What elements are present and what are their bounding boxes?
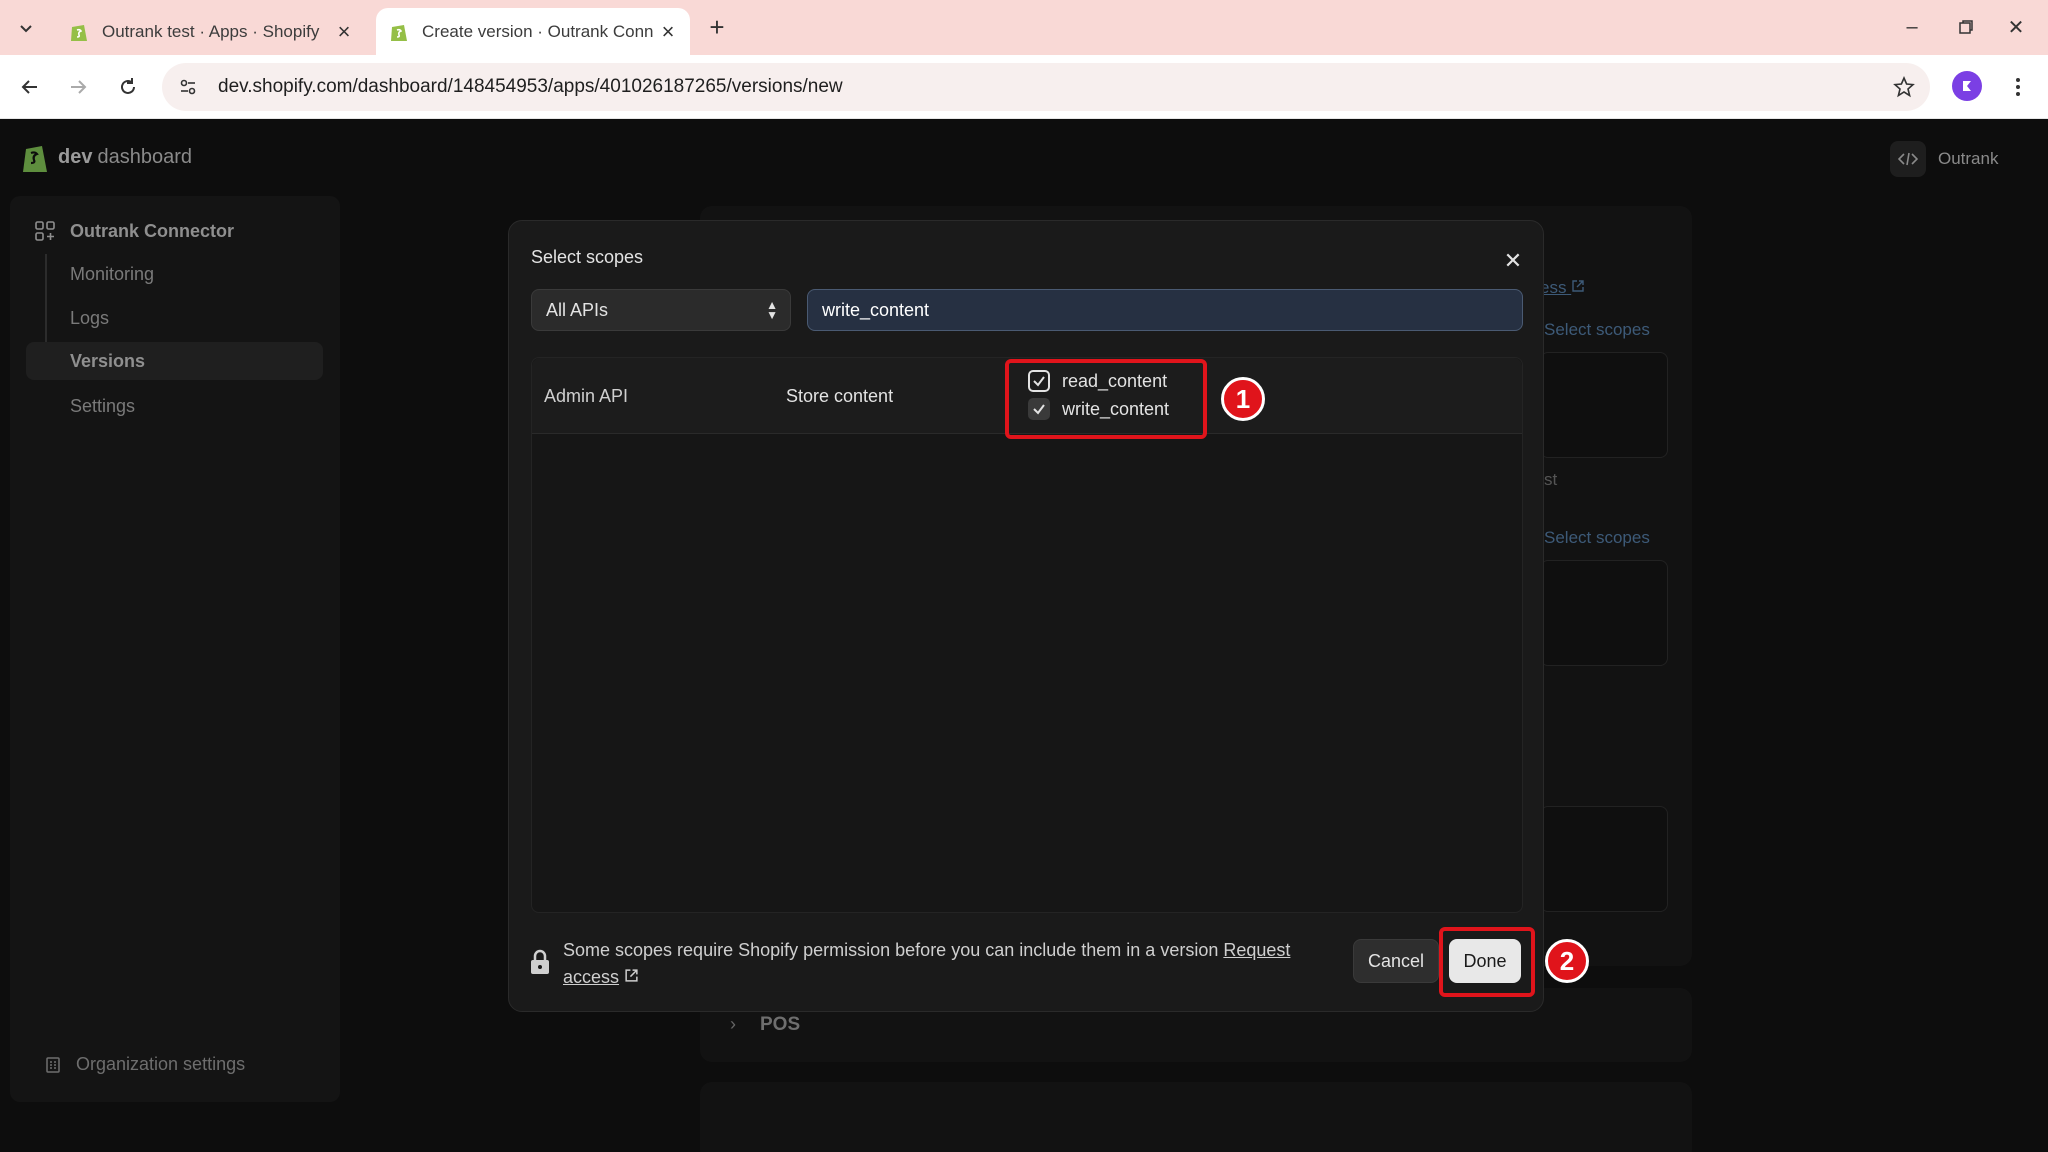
- back-icon[interactable]: [12, 69, 48, 105]
- browser-menu-icon[interactable]: [2000, 69, 2036, 105]
- background-select-scopes-2[interactable]: Select scopes: [1544, 528, 1650, 548]
- annotation-box-2: [1439, 927, 1535, 997]
- browser-toolbar: dev.shopify.com/dashboard/148454953/apps…: [0, 55, 2048, 119]
- tab-close-icon[interactable]: ×: [330, 18, 358, 46]
- background-scopes-textarea-1[interactable]: [1540, 352, 1668, 458]
- external-link-icon: [1572, 280, 1584, 292]
- annotation-number-1: 1: [1221, 377, 1265, 421]
- brand-logo[interactable]: dev dashboard: [20, 140, 192, 174]
- row-api-name: Admin API: [544, 386, 629, 406]
- sidebar-app-name: Outrank Connector: [70, 220, 235, 241]
- row-group-name: Store content: [786, 386, 894, 406]
- sidebar-item-settings[interactable]: Settings: [70, 396, 135, 417]
- org-name: Outrank: [1938, 149, 1999, 168]
- select-arrows-icon: ▲ ▼: [766, 298, 778, 322]
- sidebar-item-versions[interactable]: Versions: [26, 342, 323, 380]
- shopify-favicon-icon: [391, 24, 407, 41]
- annotation-number-2: 2: [1545, 939, 1589, 983]
- brand-dashboard: dashboard: [97, 145, 192, 168]
- background-scopes-textarea-3[interactable]: [1540, 806, 1668, 912]
- tab-search-dropdown[interactable]: [10, 12, 42, 44]
- tab-title: Create version · Outrank Conne: [422, 21, 654, 41]
- tab-close-icon[interactable]: ×: [654, 18, 682, 46]
- modal-title: Select scopes: [531, 247, 644, 267]
- annotation-box-1: [1005, 359, 1207, 439]
- sidebar: Outrank Connector Monitoring Logs Versio…: [10, 196, 340, 1102]
- restore-icon[interactable]: [1946, 10, 1986, 44]
- url-text: dev.shopify.com/dashboard/148454953/apps…: [218, 76, 843, 97]
- brand-dev: dev: [58, 145, 93, 168]
- chevron-right-icon: ›: [730, 1014, 736, 1034]
- background-request-access-link[interactable]: ess: [1540, 278, 1585, 298]
- external-link-icon: [625, 969, 638, 982]
- sidebar-item-logs[interactable]: Logs: [70, 308, 109, 329]
- reload-icon[interactable]: [110, 69, 146, 105]
- tab-create-version[interactable]: Create version · Outrank Conne ×: [376, 8, 690, 55]
- code-icon: [1890, 141, 1926, 177]
- scopes-table: Admin API Store content read_content wri…: [531, 357, 1523, 913]
- scope-search-input[interactable]: [807, 289, 1523, 331]
- apps-grid-icon: [35, 221, 55, 241]
- permission-notice: Some scopes require Shopify permission b…: [563, 937, 1353, 991]
- close-window-icon[interactable]: ✕: [1996, 10, 2036, 44]
- building-icon: [46, 1056, 60, 1073]
- background-text-fragment: st: [1544, 470, 1558, 489]
- app-header: dev dashboard Outrank: [0, 120, 2048, 198]
- background-scopes-textarea-2[interactable]: [1540, 560, 1668, 666]
- background-select-scopes-1[interactable]: Select scopes: [1544, 320, 1650, 340]
- browser-tabbar: Outrank test · Apps · Shopify × Create v…: [0, 0, 2048, 55]
- bookmark-star-icon[interactable]: [1884, 67, 1924, 107]
- org-switcher[interactable]: Outrank: [1890, 140, 1998, 178]
- forward-icon[interactable]: [60, 69, 96, 105]
- tab-outrank-test[interactable]: Outrank test · Apps · Shopify ×: [56, 8, 366, 55]
- sidebar-app-title[interactable]: Outrank Connector: [34, 220, 234, 242]
- minimize-icon[interactable]: –: [1892, 10, 1932, 44]
- shopify-favicon-icon: [71, 24, 87, 41]
- sidebar-item-monitoring[interactable]: Monitoring: [70, 264, 154, 285]
- api-filter-select[interactable]: All APIs ▲ ▼: [531, 289, 791, 331]
- site-settings-icon[interactable]: [168, 67, 208, 107]
- background-card-bottom: [700, 1082, 1692, 1152]
- lock-icon: [531, 949, 549, 974]
- cancel-button[interactable]: Cancel: [1353, 939, 1439, 983]
- new-tab-button[interactable]: +: [702, 12, 732, 42]
- sidebar-organization-settings[interactable]: Organization settings: [44, 1054, 245, 1075]
- tab-title: Outrank test · Apps · Shopify: [102, 21, 320, 41]
- sidebar-bottom-label: Organization settings: [76, 1054, 246, 1074]
- address-bar[interactable]: dev.shopify.com/dashboard/148454953/apps…: [162, 63, 1930, 111]
- select-scopes-modal: Select scopes ✕ All APIs ▲▼ Admin API St…: [508, 220, 1589, 1012]
- profile-avatar[interactable]: [1952, 71, 1982, 101]
- pos-section-label: POS: [760, 1014, 801, 1035]
- close-icon[interactable]: ✕: [1501, 248, 1525, 273]
- shopify-logo-icon: [23, 146, 47, 172]
- permission-notice-text: Some scopes require Shopify permission b…: [563, 940, 1219, 960]
- sidebar-item-label: Versions: [70, 350, 146, 371]
- api-filter-value: All APIs: [546, 299, 609, 320]
- chevron-down-icon: [20, 25, 32, 33]
